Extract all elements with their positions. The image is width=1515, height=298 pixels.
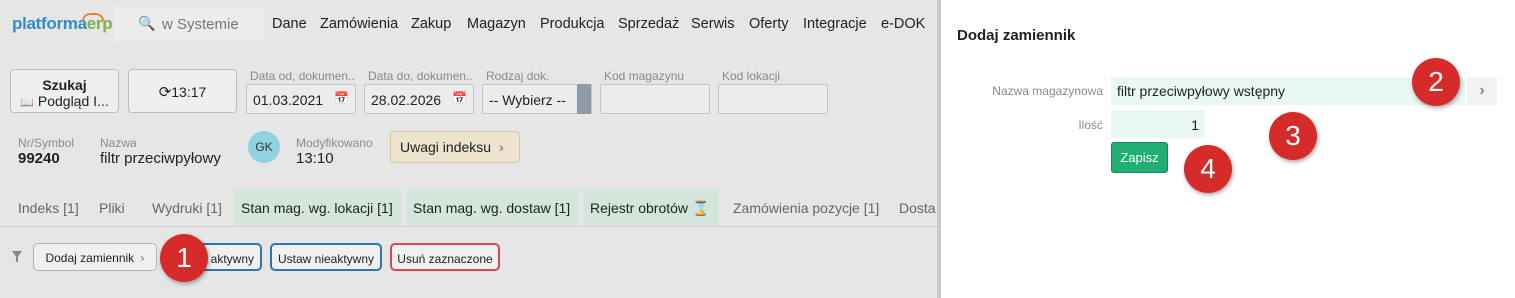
logo-cap-icon: [82, 13, 104, 21]
set-active-button[interactable]: aktywny: [200, 243, 262, 271]
quantity-label: Ilość: [1078, 118, 1103, 132]
screen: platformaerp 🔍 w Systemie Dane Zamówieni…: [0, 0, 1515, 298]
step-marker-3: 3: [1269, 112, 1317, 160]
search-preview-button[interactable]: Szukaj 📖 Podgląd I...: [10, 69, 119, 113]
calendar-icon[interactable]: 📅: [334, 91, 349, 105]
index-notes-button[interactable]: Uwagi indeksu ›: [390, 131, 520, 163]
refresh-button[interactable]: ⟳13:17: [128, 69, 237, 113]
modified-label: Modyfikowano: [296, 136, 373, 150]
date-to-label: Data do, dokumen...: [368, 69, 474, 83]
name-label: Nazwa: [100, 136, 137, 150]
warehouse-code-label: Kod magazynu: [604, 69, 685, 83]
symbol-label: Nr/Symbol: [18, 136, 75, 150]
chevron-right-icon: ›: [498, 139, 504, 155]
tab-divider: [0, 226, 937, 227]
add-substitute-button[interactable]: Dodaj zamiennik ›: [33, 243, 157, 271]
menu-oferty[interactable]: Oferty: [749, 16, 788, 32]
filter-icon[interactable]: [12, 251, 22, 262]
tab-wydruki[interactable]: Wydruki [1]: [152, 189, 222, 225]
step-marker-2: 2: [1412, 58, 1460, 106]
name-value: filtr przeciwpyłowy: [100, 150, 221, 167]
tab-zamowienia-pozycje[interactable]: Zamówienia pozycje [1]: [733, 189, 879, 225]
tab-pliki[interactable]: Pliki: [99, 189, 125, 225]
menu-produkcja[interactable]: Produkcja: [540, 16, 604, 32]
doc-type-label: Rodzaj dok.: [486, 69, 550, 83]
menu-zamowienia[interactable]: Zamówienia: [320, 16, 398, 32]
menu-integracje[interactable]: Integracje: [803, 16, 867, 32]
date-from-label: Data od, dokumen...: [250, 69, 356, 83]
calendar-icon[interactable]: 📅: [452, 91, 467, 105]
top-navigation: platformaerp 🔍 w Systemie Dane Zamówieni…: [0, 0, 937, 48]
select-scroll-handle[interactable]: [577, 84, 591, 114]
avatar[interactable]: GK: [248, 131, 280, 163]
tab-stan-lokacji[interactable]: Stan mag. wg. lokacji [1]: [234, 189, 401, 225]
menu-zakup[interactable]: Zakup: [411, 16, 451, 32]
tab-dostawy[interactable]: Dosta: [899, 189, 936, 225]
chevron-right-icon: ›: [140, 251, 145, 265]
step-marker-1: 1: [160, 234, 208, 282]
panel-divider: [937, 0, 941, 298]
save-button[interactable]: Zapisz: [1111, 142, 1168, 173]
step-marker-4: 4: [1184, 145, 1232, 193]
search-label: w Systemie: [162, 16, 239, 33]
symbol-value: 99240: [18, 150, 60, 167]
date-to-field[interactable]: 28.02.2026 📅: [364, 84, 474, 114]
doc-type-select[interactable]: -- Wybierz --: [482, 84, 592, 114]
book-icon: 📖: [20, 97, 34, 109]
location-code-input[interactable]: [718, 84, 828, 114]
set-inactive-button[interactable]: Ustaw nieaktywny: [270, 243, 382, 271]
search-icon: 🔍: [138, 15, 156, 31]
menu-dane[interactable]: Dane: [272, 16, 307, 32]
panel-title: Dodaj zamiennik: [957, 27, 1076, 44]
menu-sprzedaz[interactable]: Sprzedaż: [618, 16, 679, 32]
warehouse-code-input[interactable]: [600, 84, 710, 114]
tab-stan-dostaw[interactable]: Stan mag. wg. dostaw [1]: [406, 189, 579, 225]
hourglass-icon: ⌛: [691, 200, 710, 216]
tab-indeks[interactable]: Indeks [1]: [18, 189, 79, 225]
location-code-label: Kod lokacji: [722, 69, 781, 83]
modified-value: 13:10: [296, 150, 334, 167]
date-from-field[interactable]: 01.03.2021 📅: [246, 84, 356, 114]
refresh-icon: ⟳: [158, 84, 172, 101]
delete-selected-button[interactable]: Usuń zaznaczone: [390, 243, 500, 271]
warehouse-name-label: Nazwa magazynowa: [992, 84, 1103, 98]
chevron-right-icon[interactable]: ›: [1467, 77, 1497, 105]
quantity-input[interactable]: 1: [1111, 110, 1205, 138]
menu-edok[interactable]: e-DOK: [881, 16, 925, 32]
menu-magazyn[interactable]: Magazyn: [467, 16, 526, 32]
system-search[interactable]: 🔍 w Systemie: [114, 7, 264, 41]
menu-serwis[interactable]: Serwis: [691, 16, 735, 32]
tab-rejestr-obrotow[interactable]: Rejestr obrotów ⌛: [583, 189, 719, 225]
main-app: platformaerp 🔍 w Systemie Dane Zamówieni…: [0, 0, 937, 298]
